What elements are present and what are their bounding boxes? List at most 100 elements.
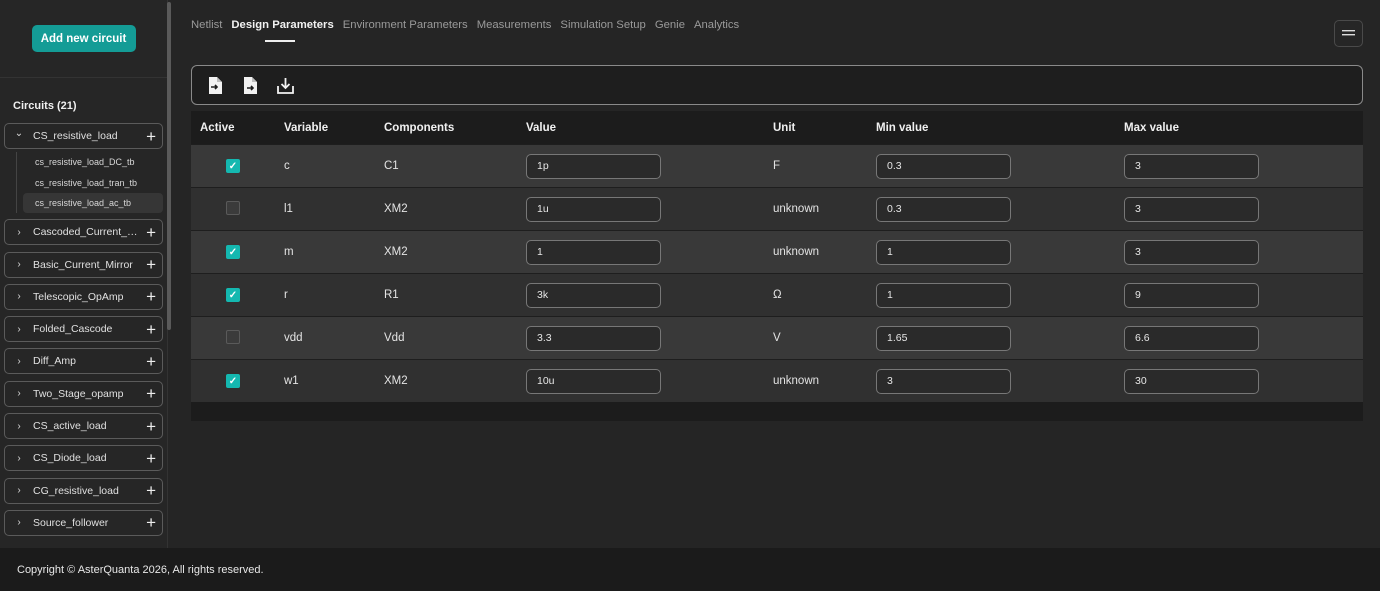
plus-icon[interactable]: + [146,385,156,402]
active-checkbox[interactable] [226,200,240,215]
testbench-item[interactable]: cs_resistive_load_DC_tb [23,152,163,172]
max-value-input[interactable] [1124,282,1259,308]
value-cell [526,325,773,351]
chevron-right-icon[interactable]: › [13,227,25,238]
download-icon[interactable] [275,75,295,95]
circuit-item[interactable]: › CS_active_load + [4,413,163,440]
value-input[interactable] [526,239,661,265]
active-cell [191,329,284,347]
chevron-right-icon[interactable]: › [13,291,25,302]
chevron-right-icon[interactable]: › [13,485,25,496]
header-active: Active [200,121,235,134]
circuit-item[interactable]: › Basic_Current_Mirror + [4,251,163,278]
plus-icon[interactable]: + [146,321,156,338]
active-checkbox[interactable]: ✓ [226,245,240,259]
circuit-item[interactable]: › Folded_Cascode + [4,316,163,343]
import-file-icon[interactable] [205,75,225,95]
plus-icon[interactable]: + [146,418,156,435]
unit-cell: F [773,160,781,172]
min-value-input[interactable] [876,282,1011,308]
max-value-input[interactable] [1124,196,1259,222]
max-value-input[interactable] [1124,153,1259,179]
menu-button[interactable] [1334,20,1363,47]
plus-icon[interactable]: + [146,256,156,273]
min-value-input[interactable] [876,325,1011,351]
circuit-name: Basic_Current_Mirror [33,258,133,271]
tab-design-parameters[interactable]: Design Parameters [231,19,334,42]
circuit-name: CG_resistive_load [33,484,119,497]
testbench-item[interactable]: cs_resistive_load_ac_tb [23,193,163,214]
value-input[interactable] [526,368,661,394]
value-input[interactable] [526,325,661,351]
min-value-cell [876,325,1124,351]
variable-cell: w1 [284,375,299,387]
header-value: Value [526,121,557,134]
active-cell: ✓ [191,159,284,173]
min-value-cell [876,153,1124,179]
circuit-item[interactable]: ⌄ CS_resistive_load + [4,123,163,149]
plus-icon[interactable]: + [146,353,156,370]
active-checkbox[interactable]: ✓ [226,288,240,302]
circuit-item[interactable]: › Telescopic_OpAmp + [4,283,163,310]
tab-environment-parameters[interactable]: Environment Parameters [343,19,468,31]
plus-icon[interactable]: + [146,288,156,305]
max-value-input[interactable] [1124,368,1259,394]
testbench-item[interactable]: cs_resistive_load_tran_tb [23,173,163,193]
unit-cell: unknown [773,375,820,387]
circuit-item[interactable]: › Diff_Amp + [4,348,163,375]
tab-analytics[interactable]: Analytics [694,19,739,31]
max-value-cell [1124,153,1363,179]
copyright-text: Copyright © AsterQuanta 2026, All rights… [17,563,264,576]
circuit-item[interactable]: › CS_Diode_load + [4,445,163,472]
circuit-item[interactable]: › Cascoded_Current_M... + [4,219,163,246]
chevron-right-icon[interactable]: › [13,259,25,270]
tab-genie[interactable]: Genie [655,19,685,31]
max-value-input[interactable] [1124,325,1259,351]
value-input[interactable] [526,282,661,308]
component-cell: XM2 [384,203,408,215]
table-row: ✓ m XM2 unknown [191,230,1363,273]
circuit-item[interactable]: › CG_resistive_load + [4,477,163,504]
min-value-input[interactable] [876,153,1011,179]
table-row: vdd Vdd V [191,316,1363,359]
value-input[interactable] [526,196,661,222]
value-cell [526,368,773,394]
value-cell [526,282,773,308]
add-new-circuit-button[interactable]: Add new circuit [31,25,136,52]
min-value-input[interactable] [876,239,1011,265]
chevron-down-icon[interactable]: ⌄ [13,128,25,139]
chevron-right-icon[interactable]: › [13,388,25,399]
max-value-input[interactable] [1124,239,1259,265]
min-value-input[interactable] [876,196,1011,222]
chevron-right-icon[interactable]: › [13,453,25,464]
value-input[interactable] [526,153,661,179]
component-cell: Vdd [384,332,405,344]
plus-icon[interactable]: + [146,482,156,499]
plus-icon[interactable]: + [146,128,156,145]
plus-icon[interactable]: + [146,514,156,531]
component-cell: C1 [384,160,399,172]
app: Add new circuit Circuits (21) ⌄ CS_resist… [0,0,1380,591]
export-file-icon[interactable] [240,75,260,95]
tab-bar: Netlist Design Parameters Environment Para… [191,19,739,42]
active-checkbox[interactable] [226,329,240,344]
sidebar-scrollbar[interactable] [167,2,171,330]
testbench-list: cs_resistive_load_DC_tb cs_resistive_load… [16,152,163,214]
tab-netlist[interactable]: Netlist [191,19,222,31]
plus-icon[interactable]: + [146,224,156,241]
tab-simulation-setup[interactable]: Simulation Setup [560,19,645,31]
chevron-right-icon[interactable]: › [13,421,25,432]
hamburger-icon [1342,25,1355,42]
circuit-item[interactable]: › Source_follower + [4,509,163,536]
footer: Copyright © AsterQuanta 2026, All rights… [0,548,1380,591]
plus-icon[interactable]: + [146,450,156,467]
variable-cell: c [284,160,290,172]
min-value-input[interactable] [876,368,1011,394]
chevron-right-icon[interactable]: › [13,324,25,335]
active-checkbox[interactable]: ✓ [226,374,240,388]
tab-measurements[interactable]: Measurements [477,19,552,31]
chevron-right-icon[interactable]: › [13,356,25,367]
chevron-right-icon[interactable]: › [13,517,25,528]
active-checkbox[interactable]: ✓ [226,159,240,173]
circuit-item[interactable]: › Two_Stage_opamp + [4,380,163,407]
